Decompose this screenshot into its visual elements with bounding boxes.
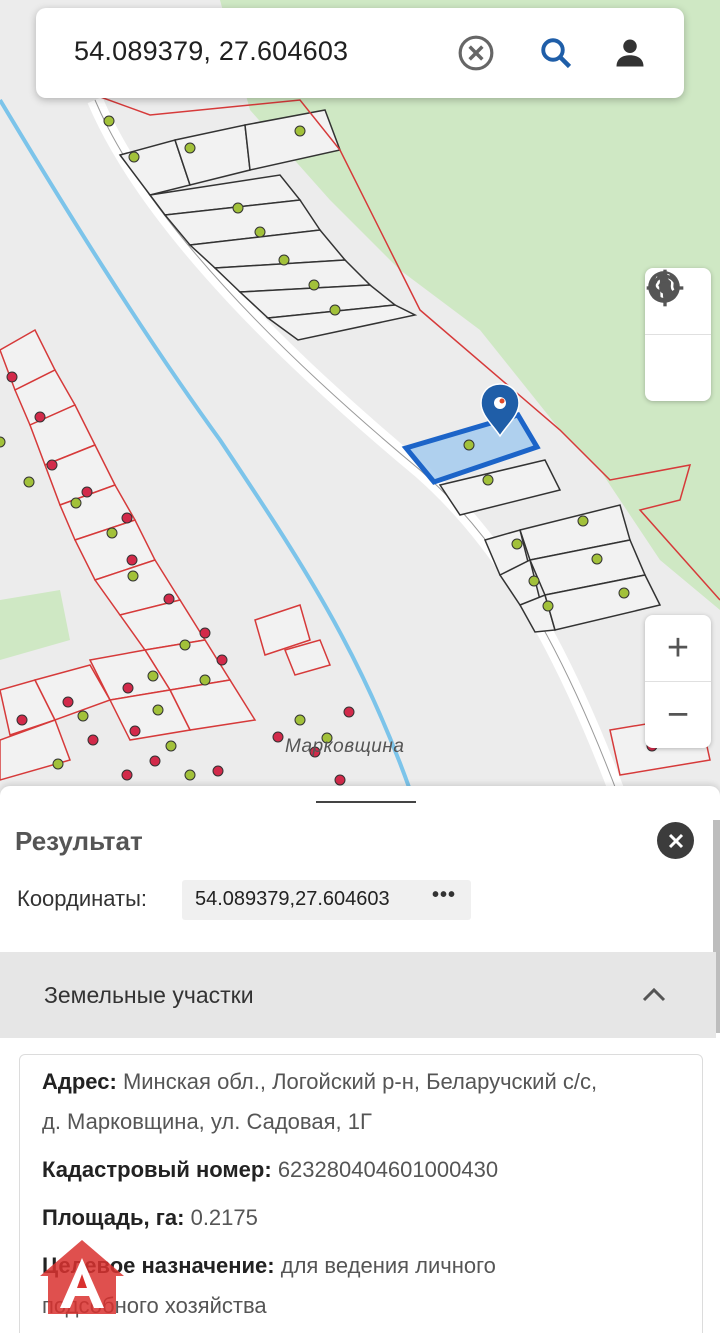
chevron-up-icon <box>642 987 666 1002</box>
cadastral-value: 623280404601000430 <box>277 1157 499 1182</box>
close-button[interactable] <box>657 822 694 859</box>
section-title: Земельные участки <box>44 982 254 1008</box>
purpose-value: для ведения личного <box>280 1253 496 1278</box>
address-value-2: д. Марковщина, ул. Садовая, 1Г <box>42 1109 372 1134</box>
area-value: 0.2175 <box>190 1205 258 1230</box>
area-label: Площадь, га: <box>42 1205 185 1230</box>
crosshair-icon <box>646 269 684 307</box>
cadastral-row: Кадастровый номер: 623280404601000430 <box>42 1149 498 1191</box>
cadastral-label: Кадастровый номер: <box>42 1157 272 1182</box>
address-row-2: д. Марковщина, ул. Садовая, 1Г <box>42 1101 372 1143</box>
house-logo-icon <box>40 1240 124 1314</box>
drag-handle[interactable] <box>316 801 416 803</box>
coords-value: 54.089379,27.604603 <box>195 888 390 910</box>
clear-button[interactable] <box>456 33 496 73</box>
coords-label: Координаты: <box>17 886 148 911</box>
address-label: Адрес: <box>42 1069 117 1094</box>
area-row: Площадь, га: 0.2175 <box>42 1197 258 1239</box>
user-button[interactable] <box>610 33 650 73</box>
locate-button[interactable] <box>645 269 711 401</box>
forest-area <box>0 590 70 660</box>
map-view[interactable]: Марковщина + − <box>0 0 720 800</box>
zoom-control: + − <box>645 615 711 748</box>
zoom-out-button[interactable]: − <box>645 682 711 748</box>
place-label: Марковщина <box>285 736 405 757</box>
address-row: Адрес: Минская обл., Логойский р-н, Бела… <box>42 1061 597 1103</box>
coords-field[interactable]: 54.089379,27.604603 ••• <box>182 880 471 920</box>
search-bar: 54.089379, 27.604603 <box>36 8 684 98</box>
close-icon <box>668 833 683 848</box>
parcel-dot <box>463 439 475 451</box>
close-circle-icon <box>458 35 494 71</box>
panel-title: Результат <box>15 826 143 856</box>
address-value: Минская обл., Логойский р-н, Беларучский… <box>122 1069 598 1094</box>
map-tool-group <box>645 268 711 401</box>
more-button[interactable]: ••• <box>432 884 456 907</box>
search-input[interactable]: 54.089379, 27.604603 <box>74 36 348 67</box>
section-header-land-plots[interactable]: Земельные участки <box>0 952 716 1038</box>
user-icon <box>616 39 644 67</box>
search-icon <box>541 38 572 69</box>
zoom-in-button[interactable]: + <box>645 615 711 681</box>
search-button[interactable] <box>536 33 576 73</box>
